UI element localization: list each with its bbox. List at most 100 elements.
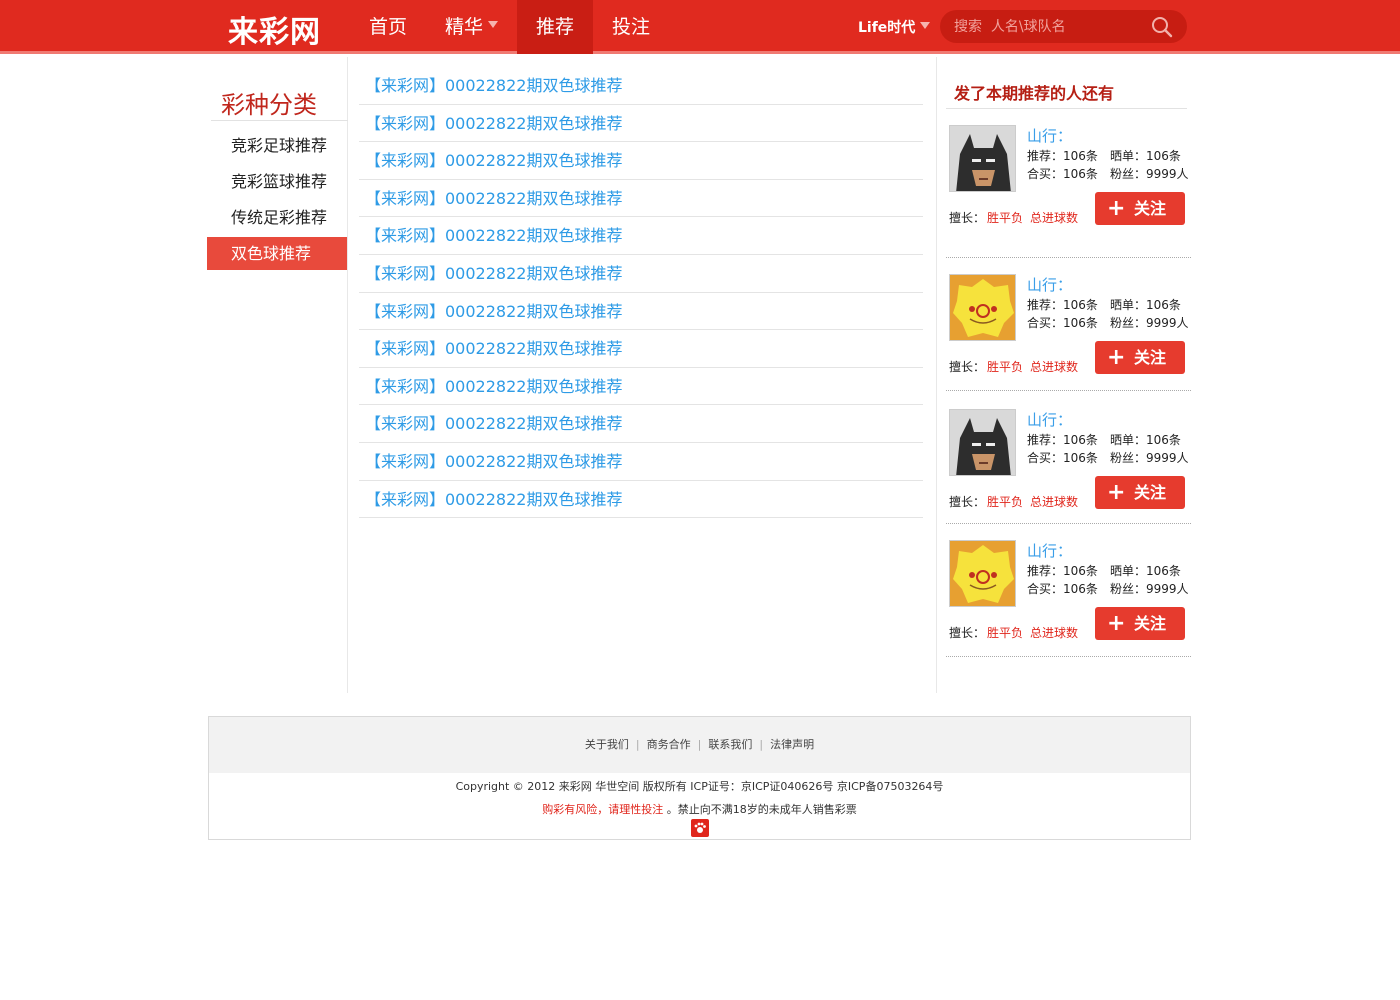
follow-label: 关注: [1134, 614, 1167, 633]
separator: |: [759, 738, 764, 751]
tag-link[interactable]: 胜平负: [987, 495, 1023, 509]
article-link[interactable]: 【来彩网】00022822期双色球推荐: [359, 443, 923, 481]
follow-label: 关注: [1134, 348, 1167, 367]
nav-recommend-label: 推荐: [536, 16, 575, 38]
article-link[interactable]: 【来彩网】00022822期双色球推荐: [359, 368, 923, 406]
user-name[interactable]: 山行：: [1027, 540, 1072, 561]
tag-link[interactable]: 胜平负: [987, 626, 1023, 640]
nav-featured-label: 精华: [445, 16, 484, 38]
search-input[interactable]: [954, 16, 1144, 37]
footer-link-contact[interactable]: 联系我们: [708, 738, 752, 751]
speciality-label: 擅长：: [949, 495, 986, 509]
user-card: 山行： 推荐：106条 晒单：106条 合买：106条 粉丝：9999人 擅长：…: [946, 524, 1191, 657]
speciality: 擅长： 胜平负 总进球数: [949, 358, 1083, 375]
article-link[interactable]: 【来彩网】00022822期双色球推荐: [359, 217, 923, 255]
follow-button[interactable]: + 关注: [1095, 607, 1185, 640]
article-link[interactable]: 【来彩网】00022822期双色球推荐: [359, 67, 923, 105]
avatar[interactable]: [949, 125, 1016, 192]
user-name[interactable]: 山行：: [1027, 274, 1072, 295]
user-card: 山行： 推荐：106条 晒单：106条 合买：106条 粉丝：9999人 擅长：…: [946, 391, 1191, 524]
chevron-down-icon: [488, 21, 499, 28]
nav-bet[interactable]: 投注: [593, 0, 669, 54]
yellow-mask-avatar-icon: [950, 275, 1015, 340]
tag-link[interactable]: 总进球数: [1030, 360, 1078, 374]
tag-link[interactable]: 胜平负: [987, 360, 1023, 374]
avatar[interactable]: [949, 409, 1016, 476]
article-link[interactable]: 【来彩网】00022822期双色球推荐: [359, 481, 923, 519]
speciality-label: 擅长：: [949, 211, 986, 225]
article-link[interactable]: 【来彩网】00022822期双色球推荐: [359, 142, 923, 180]
stat-recommend: 推荐：106条: [1027, 298, 1098, 312]
stat-share: 晒单：106条: [1110, 564, 1181, 578]
follow-button[interactable]: + 关注: [1095, 341, 1185, 374]
yellow-mask-avatar-icon: [950, 541, 1015, 606]
panel-title: 发了本期推荐的人还有: [946, 80, 1187, 109]
article-link[interactable]: 【来彩网】00022822期双色球推荐: [359, 330, 923, 368]
risk-warning: 购彩有风险，请理性投注 。禁止向不满18岁的未成年人销售彩票: [209, 801, 1190, 817]
sidebar-item-ssq[interactable]: 双色球推荐: [207, 237, 347, 270]
tag-link[interactable]: 总进球数: [1030, 211, 1078, 225]
footer-link-about[interactable]: 关于我们: [585, 738, 629, 751]
sidebar-divider: [211, 120, 348, 121]
tag-link[interactable]: 总进球数: [1030, 495, 1078, 509]
stat-fans: 粉丝：9999人: [1110, 582, 1189, 596]
main-nav: 首页 精华 推荐 投注: [350, 0, 669, 54]
follow-button[interactable]: + 关注: [1095, 192, 1185, 225]
paw-icon[interactable]: [691, 819, 709, 837]
risk-warning-red: 购彩有风险，请理性投注: [542, 803, 664, 816]
search-box: [940, 10, 1187, 43]
user-name[interactable]: 山行：: [1027, 125, 1072, 146]
tag-link[interactable]: 胜平负: [987, 211, 1023, 225]
nav-bet-label: 投注: [612, 16, 651, 38]
stat-fans: 粉丝：9999人: [1110, 451, 1189, 465]
column-divider: [936, 57, 937, 693]
speciality-label: 擅长：: [949, 626, 986, 640]
avatar[interactable]: [949, 274, 1016, 341]
article-link[interactable]: 【来彩网】00022822期双色球推荐: [359, 293, 923, 331]
speciality-label: 擅长：: [949, 360, 986, 374]
nav-home[interactable]: 首页: [350, 0, 426, 54]
follow-button[interactable]: + 关注: [1095, 476, 1185, 509]
user-card: 山行： 推荐：106条 晒单：106条 合买：106条 粉丝：9999人 擅长：…: [946, 258, 1191, 391]
sidebar-item-ctzc[interactable]: 传统足彩推荐: [207, 201, 347, 234]
footer-link-legal[interactable]: 法律声明: [770, 738, 814, 751]
footer-link-business[interactable]: 商务合作: [647, 738, 691, 751]
stat-recommend: 推荐：106条: [1027, 564, 1098, 578]
article-link[interactable]: 【来彩网】00022822期双色球推荐: [359, 105, 923, 143]
nav-featured[interactable]: 精华: [426, 0, 517, 54]
speciality: 擅长： 胜平负 总进球数: [949, 209, 1083, 226]
batman-avatar-icon: [950, 410, 1015, 475]
search-icon[interactable]: [1151, 16, 1173, 38]
sidebar-item-jclq[interactable]: 竞彩篮球推荐: [207, 165, 347, 198]
article-link[interactable]: 【来彩网】00022822期双色球推荐: [359, 405, 923, 443]
sidebar-item-jczq[interactable]: 竞彩足球推荐: [207, 129, 347, 162]
sidebar-list: 竞彩足球推荐 竞彩篮球推荐 传统足彩推荐 双色球推荐: [207, 129, 347, 273]
stat-recommend: 推荐：106条: [1027, 149, 1098, 163]
stat-together: 合买：106条: [1027, 451, 1098, 465]
life-label: Life时代: [858, 20, 916, 36]
user-name[interactable]: 山行：: [1027, 409, 1072, 430]
chevron-down-icon: [920, 21, 931, 29]
separator: |: [635, 738, 640, 751]
avatar[interactable]: [949, 540, 1016, 607]
follow-label: 关注: [1134, 199, 1167, 218]
nav-recommend[interactable]: 推荐: [517, 0, 594, 54]
article-link[interactable]: 【来彩网】00022822期双色球推荐: [359, 255, 923, 293]
plus-icon: +: [1107, 345, 1126, 370]
footer-links: 关于我们 | 商务合作 | 联系我们 | 法律声明: [209, 717, 1190, 773]
user-card: 山行： 推荐：106条 晒单：106条 合买：106条 粉丝：9999人 擅长：…: [946, 125, 1191, 258]
life-dropdown[interactable]: Life时代: [858, 17, 931, 37]
top-navbar: 来彩网 首页 精华 推荐 投注 Life时代: [0, 0, 1400, 54]
stat-fans: 粉丝：9999人: [1110, 167, 1189, 181]
stat-together: 合买：106条: [1027, 316, 1098, 330]
stat-share: 晒单：106条: [1110, 433, 1181, 447]
copyright-text: Copyright © 2012 来彩网 华世空间 版权所有 ICP证号：京IC…: [455, 780, 944, 793]
tag-link[interactable]: 总进球数: [1030, 626, 1078, 640]
article-link[interactable]: 【来彩网】00022822期双色球推荐: [359, 180, 923, 218]
nav-home-label: 首页: [369, 16, 408, 38]
stat-recommend: 推荐：106条: [1027, 433, 1098, 447]
batman-avatar-icon: [950, 126, 1015, 191]
other-recommenders-panel: 发了本期推荐的人还有 山行： 推荐：106条 晒单：106条 合买：106条 粉…: [946, 80, 1191, 657]
plus-icon: +: [1107, 480, 1126, 505]
site-logo[interactable]: 来彩网: [228, 7, 321, 51]
